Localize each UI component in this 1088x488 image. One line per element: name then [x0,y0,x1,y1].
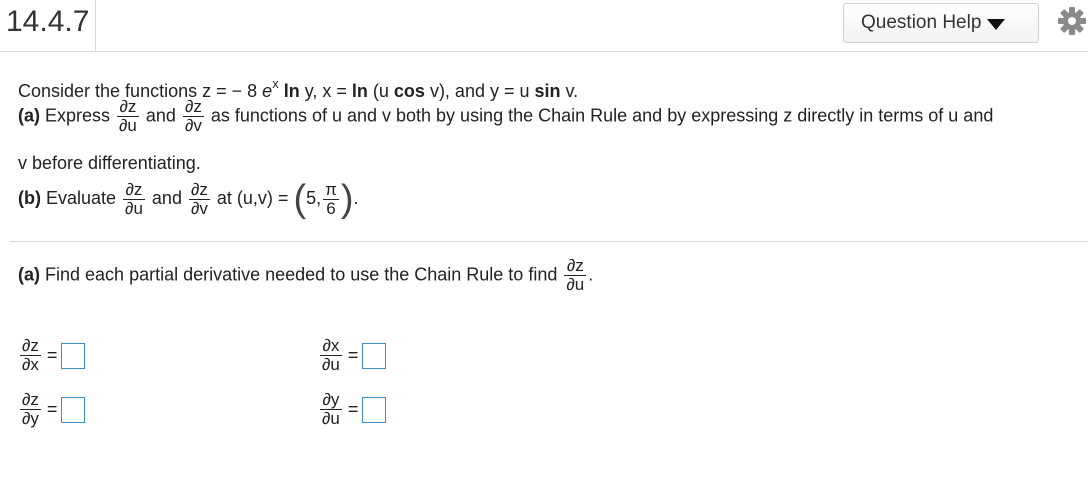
problem-number: 14.4.7 [0,0,97,51]
fraction-dz-du: ∂z ∂u [117,97,139,135]
fraction-target-dz-du: ∂z ∂u [564,256,587,294]
answer-input-dz-dy[interactable] [61,396,86,423]
answer-row-dx-du: ∂x ∂u = [318,336,387,374]
fraction-dy-du: ∂y ∂u [320,390,342,428]
question-line: (a) Find each partial derivative needed … [18,256,594,294]
answer-row-dy-du: ∂y ∂u = [318,390,387,428]
top-bar: 14.4.7 Question Help [0,0,1088,52]
answer-input-dz-dx[interactable] [61,342,86,369]
part-a-line: (a) Express ∂z ∂u and ∂z ∂v as functions o… [18,97,994,135]
caret-down-icon [987,18,1006,30]
answer-input-dx-du[interactable] [362,342,387,369]
fraction-dz-dv-b: ∂z ∂v [188,179,210,218]
fraction-dz-du-b: ∂z ∂u [123,179,145,218]
part-a-continuation: v before differentiating. [18,153,201,173]
answer-row-dz-dy: ∂z ∂y = [18,390,86,428]
gear-icon[interactable] [1056,5,1088,37]
fraction-dz-dy: ∂z ∂y [20,390,41,428]
fraction-dx-du: ∂x ∂u [320,336,342,374]
fraction-dz-dx: ∂z ∂x [20,336,41,374]
fraction-pi-6: π6 [323,179,339,218]
answer-input-dy-du[interactable] [362,396,387,423]
question-help-button[interactable]: Question Help [843,3,1039,43]
question-help-label: Question Help [861,12,982,33]
fraction-dz-dv: ∂z ∂v [182,97,204,135]
part-b-line: (b) Evaluate ∂z ∂u and ∂z ∂v at (u,v) = (5… [18,178,359,220]
answer-row-dz-dx: ∂z ∂x = [18,336,86,374]
section-divider [10,241,1088,242]
